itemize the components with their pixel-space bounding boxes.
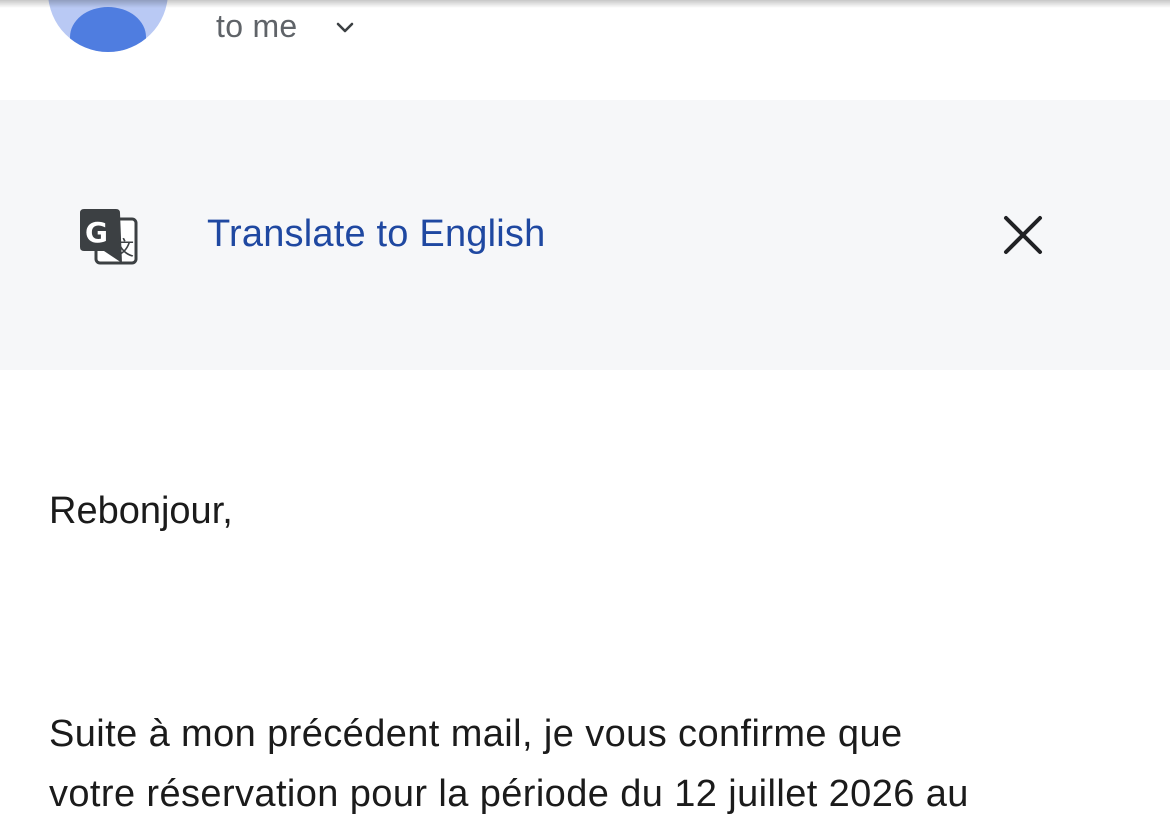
close-icon[interactable] — [1001, 213, 1045, 257]
email-body: Rebonjour, Suite à mon précédent mail, j… — [0, 370, 1170, 821]
email-paragraph: Suite à mon précédent mail, je vous conf… — [49, 704, 1129, 821]
email-header: to me — [0, 0, 1170, 100]
paragraph-line: Suite à mon précédent mail, je vous conf… — [49, 713, 903, 755]
chevron-down-icon[interactable] — [334, 17, 356, 39]
svg-text:G: G — [85, 216, 108, 249]
paragraph-line: votre réservation pour la période du 12 … — [49, 773, 969, 815]
google-translate-icon: G 文 — [78, 205, 138, 265]
top-shadow — [0, 0, 1170, 8]
translate-banner: G 文 Translate to English — [0, 100, 1170, 370]
svg-text:文: 文 — [114, 236, 134, 260]
translate-to-english-link[interactable]: Translate to English — [207, 213, 545, 256]
recipient-label: to me — [216, 7, 298, 44]
recipient-details-toggle[interactable]: to me — [216, 6, 356, 46]
email-view: to me G 文 Translate to English Rebonjour… — [0, 0, 1170, 821]
email-greeting: Rebonjour, — [49, 490, 233, 532]
person-avatar-icon — [70, 7, 146, 52]
